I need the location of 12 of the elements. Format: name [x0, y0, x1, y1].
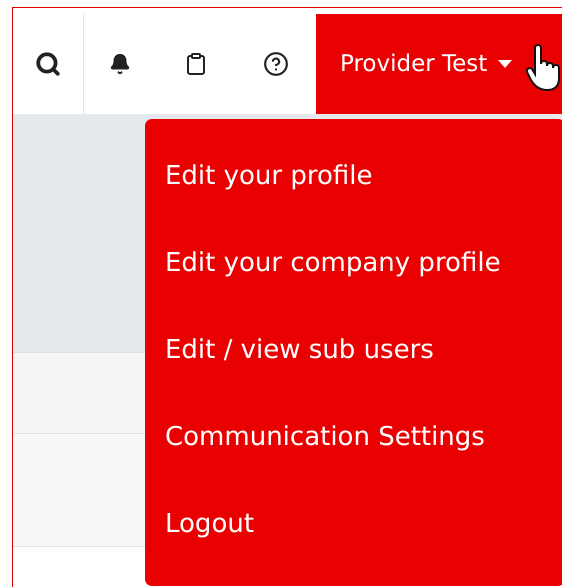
- user-menu-button[interactable]: Provider Test: [316, 14, 562, 114]
- hand-cursor-icon: [525, 44, 562, 92]
- clipboard-icon: [184, 52, 208, 76]
- menu-item[interactable]: Communication Settings: [145, 408, 485, 495]
- menu-item[interactable]: Logout: [145, 495, 254, 582]
- caret-icon: [497, 59, 514, 69]
- search-icon: [35, 51, 61, 77]
- bell-icon: [109, 53, 131, 75]
- menu-item[interactable]: Edit your profile: [145, 147, 372, 234]
- menu-item[interactable]: Edit your company profile: [145, 234, 501, 321]
- help-icon: [263, 51, 289, 77]
- menu-item[interactable]: Edit / view sub users: [145, 321, 434, 408]
